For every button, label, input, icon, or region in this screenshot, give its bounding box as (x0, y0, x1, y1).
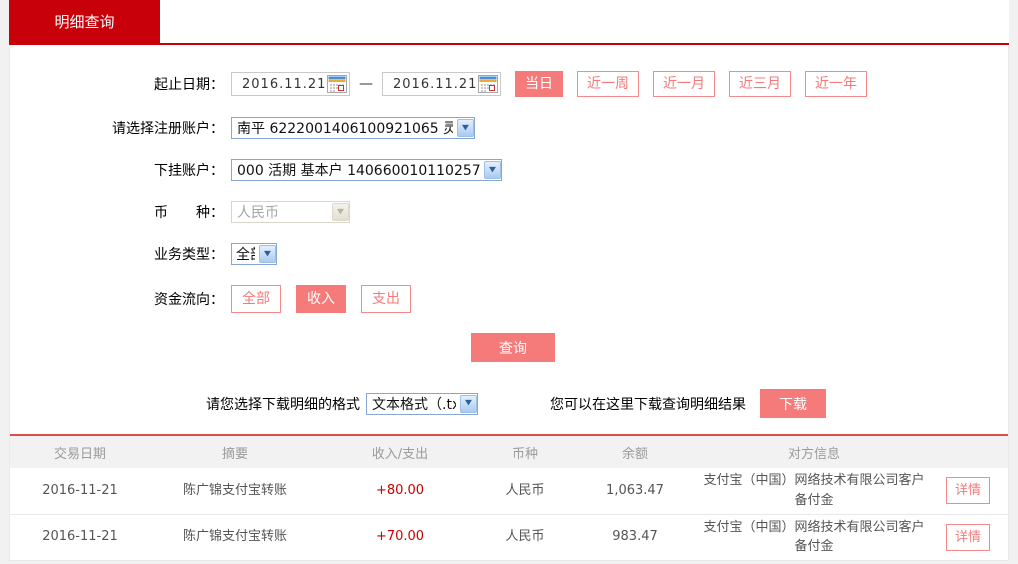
header-counterparty: 对方信息 (700, 436, 928, 468)
tab-bar: 明细查询 (9, 0, 1009, 45)
table-header-row: 交易日期 摘要 收入/支出 币种 余额 对方信息 (10, 436, 1008, 468)
cell-summary: 陈广锦支付宝转账 (150, 468, 320, 515)
date-range-separator: — (359, 76, 373, 92)
detail-button[interactable]: 详情 (945, 523, 990, 551)
download-format-select[interactable]: 文本格式（.txt） ▼ (366, 392, 478, 415)
sub-account-row: 下挂账户： 000 活期 基本户 1406600101102571848 ▼ (10, 159, 1008, 181)
header-date: 交易日期 (10, 436, 150, 468)
cell-action: 详情 (928, 468, 1008, 515)
business-type-value: 全部 (236, 247, 255, 263)
download-format-label: 请您选择下载明细的格式 (206, 396, 360, 413)
results-table: 交易日期 摘要 收入/支出 币种 余额 对方信息 2016-11-21 陈广锦支… (10, 436, 1008, 561)
start-date-input[interactable]: 2016.11.21 (231, 72, 350, 96)
calendar-icon[interactable] (327, 75, 347, 93)
direction-expense-button[interactable]: 支出 (361, 285, 411, 313)
page-frame: 明细查询 起止日期： 2016.11.21 — 2016.11.21 当日 近一… (9, 0, 1009, 564)
fund-direction-row: 资金流向： 全部 收入 支出 (10, 285, 1008, 313)
chevron-down-icon: ▼ (259, 245, 276, 263)
header-summary: 摘要 (150, 436, 320, 468)
chevron-down-icon: ▼ (332, 203, 349, 221)
cell-action: 详情 (928, 514, 1008, 561)
detail-button[interactable]: 详情 (945, 477, 990, 505)
query-button[interactable]: 查询 (471, 333, 555, 362)
sub-account-value: 000 活期 基本户 1406600101102571848 (237, 163, 480, 179)
end-date-input[interactable]: 2016.11.21 (382, 72, 501, 96)
register-account-row: 请选择注册账户： 南平 6222001406100921065 灵通卡 ▼ (10, 117, 1008, 139)
cell-summary: 陈广锦支付宝转账 (150, 514, 320, 561)
quick-range-week-button[interactable]: 近一周 (577, 71, 639, 97)
currency-label: 币 种： (154, 205, 224, 221)
header-action (928, 436, 1008, 468)
quick-range-year-button[interactable]: 近一年 (805, 71, 867, 97)
cell-balance: 983.47 (570, 514, 700, 561)
cell-date: 2016-11-21 (10, 468, 150, 515)
quick-range-month-button[interactable]: 近一月 (653, 71, 715, 97)
currency-value: 人民币 (237, 205, 279, 221)
download-button[interactable]: 下载 (760, 389, 826, 418)
register-account-value: 南平 6222001406100921065 灵通卡 (237, 121, 453, 137)
query-form: 起止日期： 2016.11.21 — 2016.11.21 当日 近一周 近一月… (10, 45, 1008, 434)
chevron-down-icon: ▼ (484, 161, 501, 179)
content-panel: 起止日期： 2016.11.21 — 2016.11.21 当日 近一周 近一月… (9, 45, 1009, 561)
query-button-row: 查询 (471, 333, 1008, 362)
table-row: 2016-11-21 陈广锦支付宝转账 +70.00 人民币 983.47 支付… (10, 514, 1008, 561)
chevron-down-icon: ▼ (460, 394, 477, 413)
start-date-value: 2016.11.21 (242, 76, 327, 92)
date-range-row: 起止日期： 2016.11.21 — 2016.11.21 当日 近一周 近一月… (10, 71, 1008, 97)
download-format-value: 文本格式（.txt） (372, 396, 456, 413)
direction-income-button[interactable]: 收入 (296, 285, 346, 313)
register-account-label: 请选择注册账户： (112, 121, 224, 137)
quick-range-today-button[interactable]: 当日 (515, 71, 563, 97)
business-type-select[interactable]: 全部 ▼ (231, 243, 277, 265)
date-range-label: 起止日期： (154, 77, 224, 93)
cell-amount: +80.00 (320, 468, 480, 515)
sub-account-select[interactable]: 000 活期 基本户 1406600101102571848 ▼ (231, 159, 502, 181)
currency-select: 人民币 ▼ (231, 201, 350, 223)
business-type-label: 业务类型： (154, 247, 224, 263)
cell-currency: 人民币 (480, 514, 570, 561)
cell-balance: 1,063.47 (570, 468, 700, 515)
currency-row: 币 种： 人民币 ▼ (10, 201, 1008, 223)
business-type-row: 业务类型： 全部 ▼ (10, 243, 1008, 265)
tab-detail-query[interactable]: 明细查询 (9, 0, 160, 43)
sub-account-label: 下挂账户： (154, 163, 224, 179)
download-hint-text: 您可以在这里下载查询明细结果 (550, 396, 746, 413)
header-amount: 收入/支出 (320, 436, 480, 468)
cell-counterparty: 支付宝（中国）网络技术有限公司客户备付金 (700, 468, 928, 515)
download-row: 请您选择下载明细的格式 文本格式（.txt） ▼ 您可以在这里下载查询明细结果 … (206, 389, 1008, 434)
direction-all-button[interactable]: 全部 (231, 285, 281, 313)
table-row: 2016-11-21 陈广锦支付宝转账 +80.00 人民币 1,063.47 … (10, 468, 1008, 515)
header-currency: 币种 (480, 436, 570, 468)
fund-direction-label: 资金流向： (154, 292, 224, 308)
header-balance: 余额 (570, 436, 700, 468)
chevron-down-icon: ▼ (457, 119, 474, 137)
quick-range-3months-button[interactable]: 近三月 (729, 71, 791, 97)
cell-currency: 人民币 (480, 468, 570, 515)
cell-date: 2016-11-21 (10, 514, 150, 561)
register-account-select[interactable]: 南平 6222001406100921065 灵通卡 ▼ (231, 117, 475, 139)
cell-counterparty: 支付宝（中国）网络技术有限公司客户备付金 (700, 514, 928, 561)
cell-amount: +70.00 (320, 514, 480, 561)
calendar-icon[interactable] (478, 75, 498, 93)
end-date-value: 2016.11.21 (393, 76, 478, 92)
